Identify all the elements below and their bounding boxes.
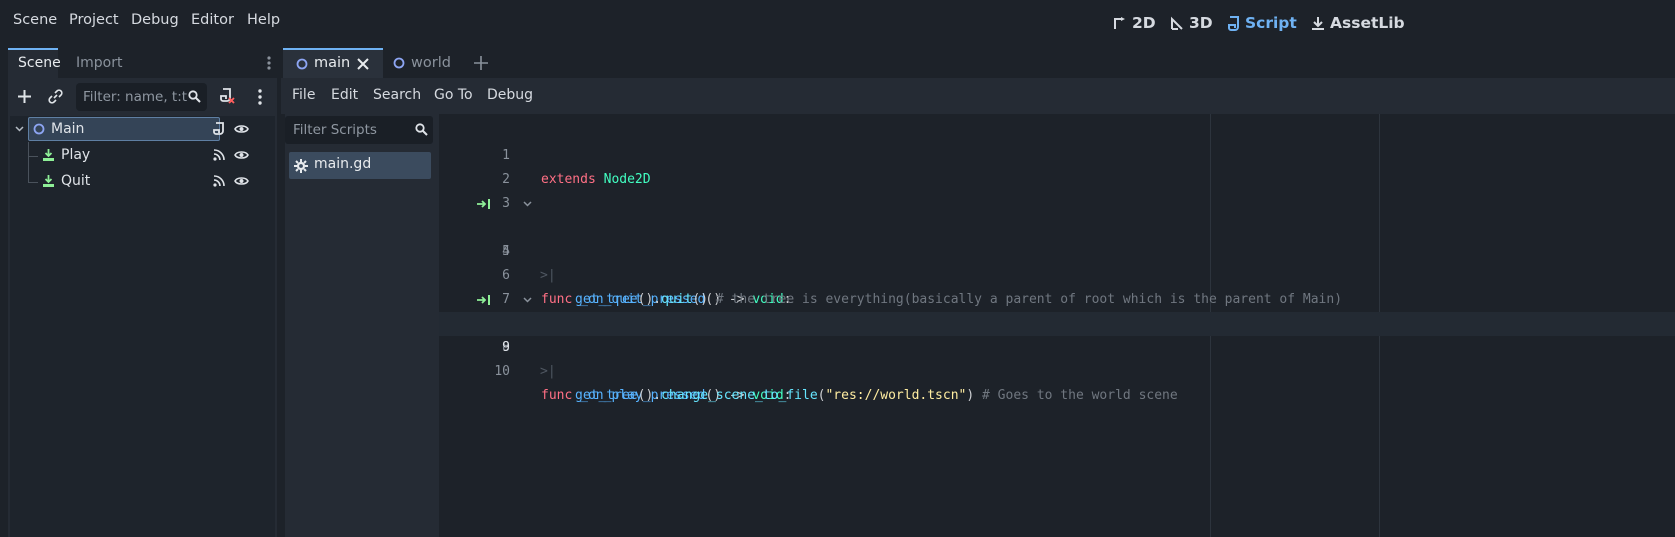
code-line[interactable]: 1 extends Node2D (439, 120, 1675, 187)
script-menu-goto[interactable]: Go To (434, 87, 473, 103)
node2d-icon (393, 57, 405, 69)
function-call: change_scene_to_file (661, 388, 818, 403)
visibility-eye-icon[interactable] (234, 175, 249, 187)
indent-tab-marker: >| (540, 364, 556, 379)
tree-item-main[interactable]: Main (10, 116, 275, 142)
3d-icon (1171, 16, 1183, 30)
attach-script-icon[interactable] (219, 88, 235, 104)
gear-icon (294, 159, 308, 173)
script-menu-edit[interactable]: Edit (331, 87, 358, 103)
fold-chevron-icon[interactable] (523, 297, 532, 303)
signal-connection-icon[interactable] (476, 198, 491, 210)
mode-2d-button[interactable]: 2D (1113, 14, 1156, 32)
fold-chevron-icon[interactable] (523, 201, 532, 207)
file-tab-label: main (314, 55, 351, 71)
keyword: func (541, 388, 573, 403)
menu-debug[interactable]: Debug (131, 12, 179, 28)
mode-assetlib-label: AssetLib (1330, 14, 1405, 32)
filter-scripts-input[interactable]: Filter Scripts (285, 116, 433, 144)
add-node-icon[interactable] (17, 89, 32, 104)
string-literal: "res://world.tscn" (825, 388, 967, 403)
scripts-panel: Filter Scripts main.gd (285, 114, 433, 537)
mode-assetlib-button[interactable]: AssetLib (1311, 14, 1405, 32)
tree-item-play[interactable]: Play (10, 142, 275, 168)
code-line[interactable]: 6 (439, 240, 1675, 283)
more-options-icon[interactable] (257, 89, 263, 105)
function-call: get_tree (575, 388, 638, 403)
mode-2d-label: 2D (1132, 14, 1156, 32)
script-menu-file[interactable]: File (292, 87, 315, 103)
file-tab-main[interactable]: main (283, 48, 383, 78)
search-icon (415, 123, 428, 136)
dock-splitter[interactable] (277, 48, 281, 537)
mode-3d-label: 3D (1189, 14, 1213, 32)
dock-tab-bar: Scene Import (8, 48, 277, 78)
tree-item-label: Play (61, 147, 91, 163)
code-line-current[interactable]: 9 >| get_tree().change_scene_to_file("re… (439, 312, 1675, 403)
script-icon[interactable] (213, 122, 225, 136)
add-tab-icon[interactable] (474, 56, 488, 70)
code-line[interactable]: 8 func _on_play_pressed() -> void: (439, 288, 1675, 403)
button-node-icon (43, 149, 54, 161)
dock-menu-icon[interactable] (266, 55, 272, 71)
script-icon (1228, 15, 1239, 31)
search-icon (188, 90, 201, 103)
line-number: 10 (494, 364, 510, 379)
menu-editor[interactable]: Editor (191, 12, 234, 28)
menu-help[interactable]: Help (247, 12, 280, 28)
signal-icon[interactable] (213, 175, 225, 187)
code-line[interactable]: 5 >| get_tree().quit() # the tree is eve… (439, 216, 1675, 307)
code-editor[interactable]: 1 extends Node2D 2 3 4 func _on_quit_pre… (439, 114, 1675, 537)
code-line[interactable]: 3 (439, 168, 1675, 211)
signal-connection-icon[interactable] (476, 294, 491, 306)
2d-icon (1114, 17, 1125, 29)
scene-toolbar: Filter: name, t:t (8, 78, 277, 116)
code-line[interactable]: 7 (439, 264, 1675, 307)
button-node-icon (43, 175, 54, 187)
script-menu-search[interactable]: Search (373, 87, 421, 103)
tree-item-quit[interactable]: Quit (10, 168, 275, 194)
visibility-eye-icon[interactable] (234, 123, 249, 135)
script-menu-debug[interactable]: Debug (487, 87, 533, 103)
code-line[interactable]: 10 (439, 336, 1675, 379)
visibility-eye-icon[interactable] (234, 149, 249, 161)
mode-3d-button[interactable]: 3D (1170, 14, 1213, 32)
punctuation: (). (637, 388, 662, 403)
download-icon (1312, 17, 1324, 30)
node2d-icon (296, 58, 308, 70)
scene-tree: Main Play Quit (10, 116, 275, 537)
script-item-label: main.gd (314, 156, 372, 172)
code-line[interactable]: 2 (439, 144, 1675, 187)
node2d-icon (33, 123, 45, 135)
mode-script-button[interactable]: Script (1228, 14, 1297, 32)
tab-scene[interactable]: Scene (8, 48, 61, 78)
signal-icon[interactable] (213, 149, 225, 161)
menu-bar: Scene Project Debug Editor Help 2D 3D Sc… (0, 0, 1675, 46)
tree-item-label: Main (51, 121, 85, 137)
menu-project[interactable]: Project (69, 12, 119, 28)
chevron-down-icon[interactable] (15, 126, 24, 132)
script-list-item[interactable]: main.gd (289, 152, 431, 179)
tree-item-label: Quit (61, 173, 91, 189)
link-icon[interactable] (48, 89, 63, 104)
comment: # Goes to the world scene (974, 388, 1178, 403)
file-tab-bar: main world (281, 48, 1675, 78)
script-menu-bar: File Edit Search Go To Debug (281, 78, 1675, 114)
file-tab-label: world (411, 55, 451, 71)
close-icon[interactable] (357, 58, 369, 70)
code-line[interactable]: 4 func _on_quit_pressed() -> void: (439, 192, 1675, 307)
menu-scene[interactable]: Scene (13, 12, 57, 28)
tab-import[interactable]: Import (66, 48, 132, 78)
mode-script-label: Script (1245, 14, 1297, 32)
